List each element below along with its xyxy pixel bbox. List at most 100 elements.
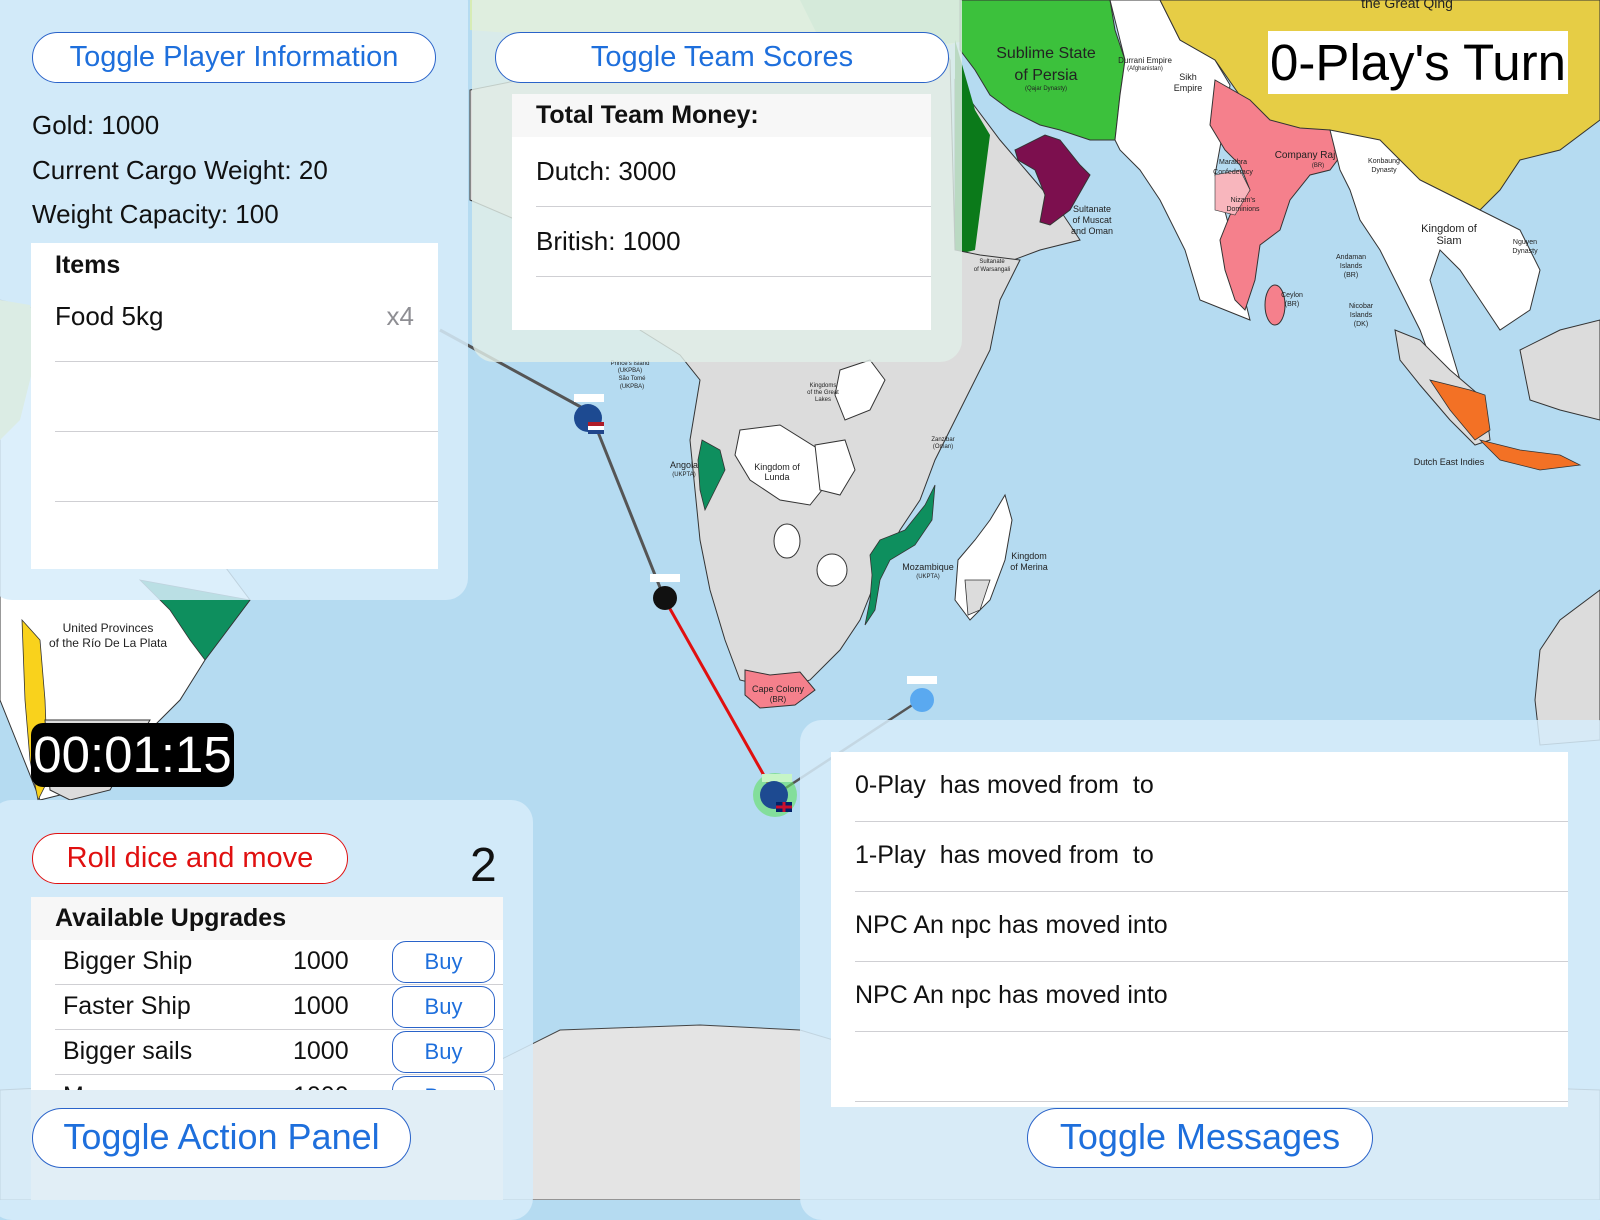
- upgrade-price: 1000: [293, 1082, 349, 1090]
- team-money-list: Total Team Money: Dutch: 3000 British: 1…: [512, 94, 931, 330]
- upgrade-name: Faster Ship: [63, 992, 191, 1020]
- label-zanzibar: Zanzibar: [931, 437, 954, 443]
- label-mozambique: Mozambique: [902, 562, 954, 572]
- item-row[interactable]: Food 5kg x4: [55, 291, 438, 362]
- toggle-player-info-button[interactable]: Toggle Player Information: [32, 32, 436, 83]
- label-persia-3: (Qajar Dynasty): [1025, 86, 1067, 92]
- label-muscat-3: and Oman: [1071, 226, 1113, 236]
- turn-banner: 0-Play's Turn: [1268, 31, 1568, 94]
- label-andaman-2: Islands: [1340, 263, 1363, 270]
- team-row-british: British: 1000: [536, 207, 931, 277]
- label-qing: the Great Qing: [1361, 0, 1453, 11]
- label-nicobar-2: Islands: [1350, 312, 1373, 319]
- message-text: 0-Play has moved from to: [855, 771, 1154, 799]
- dice-value: 2: [470, 839, 497, 892]
- toggle-team-scores-button[interactable]: Toggle Team Scores: [495, 32, 949, 83]
- label-rio-de-la-plata: United Provinces: [63, 621, 154, 635]
- message-text: NPC An npc has moved into: [855, 981, 1168, 1009]
- label-cape-colony: Cape Colony: [752, 684, 805, 694]
- upgrades-list: Available Upgrades Bigger Ship 1000 Buy …: [31, 897, 503, 1090]
- message-row-empty: [855, 1032, 1568, 1102]
- label-mozambique-2: (UKPTA): [916, 574, 940, 580]
- upgrade-name: M...: [63, 1082, 105, 1090]
- item-row-empty: [55, 362, 438, 432]
- message-text: NPC An npc has moved into: [855, 911, 1168, 939]
- team-dutch-money: Dutch: 3000: [536, 156, 677, 186]
- label-konbaung: Konbaung: [1368, 158, 1400, 165]
- gold-label: Gold: 1000: [32, 110, 160, 140]
- label-nicobar-3: (DK): [1354, 321, 1368, 328]
- buy-upgrade-button[interactable]: Buy: [392, 1076, 495, 1090]
- label-company-raj: Company Raj: [1275, 150, 1336, 161]
- label-sao-tome: São Tomé: [619, 376, 647, 382]
- region-ceylon: [1264, 284, 1286, 326]
- message-row: 1-Play has moved from to: [855, 822, 1568, 892]
- toggle-messages-button[interactable]: Toggle Messages: [1027, 1108, 1373, 1168]
- upgrade-price: 1000: [293, 1037, 349, 1065]
- roll-dice-button[interactable]: Roll dice and move: [32, 833, 348, 884]
- cargo-weight-label: Current Cargo Weight: 20: [32, 155, 328, 185]
- label-princes-island-2: (UKPBA): [618, 368, 642, 374]
- upgrades-header: Available Upgrades: [31, 897, 503, 940]
- label-sikh: Sikh: [1179, 72, 1197, 82]
- ship-british-active[interactable]: [753, 773, 797, 817]
- buy-bigger-sails-button[interactable]: Buy: [392, 1031, 495, 1073]
- buy-bigger-ship-button[interactable]: Buy: [392, 941, 495, 983]
- label-zanzibar-2: (Oman): [933, 444, 953, 450]
- label-nicobar: Nicobar: [1349, 303, 1374, 310]
- label-cape-colony-2: (BR): [770, 695, 787, 704]
- upgrade-price: 1000: [293, 992, 349, 1020]
- label-persia: Sublime State: [996, 45, 1096, 62]
- label-great-lakes: Kingdoms: [810, 383, 837, 389]
- label-muscat: Sultanate: [1073, 204, 1111, 214]
- label-nizam: Nizam's: [1231, 197, 1256, 204]
- ship-dutch[interactable]: [574, 394, 604, 434]
- label-durrani: Durrani Empire: [1118, 56, 1172, 65]
- label-warsangali: Sultanate: [979, 259, 1005, 265]
- label-siam: Kingdom of: [1421, 223, 1478, 235]
- label-dutch-east-indies: Dutch East Indies: [1414, 457, 1485, 467]
- message-row: 0-Play has moved from to: [855, 752, 1568, 822]
- label-lunda-2: Lunda: [764, 472, 789, 482]
- label-durrani-2: (Afghanistan): [1127, 66, 1163, 72]
- label-ceylon: Ceylon: [1281, 292, 1303, 299]
- message-row: NPC An npc has moved into: [855, 892, 1568, 962]
- team-row-dutch: Dutch: 3000: [536, 137, 931, 207]
- item-row-empty: [55, 432, 438, 502]
- upgrade-row: Bigger Ship 1000 Buy: [55, 940, 503, 985]
- item-count: x4: [386, 301, 414, 331]
- label-nguyen: Nguyen: [1513, 239, 1537, 246]
- label-great-lakes-2: of the Great: [807, 390, 839, 396]
- label-merina-2: of Merina: [1010, 562, 1048, 572]
- label-merina: Kingdom: [1011, 551, 1047, 561]
- label-great-lakes-3: Lakes: [815, 397, 831, 403]
- label-muscat-2: of Muscat: [1072, 215, 1112, 225]
- label-angola-2: (UKPTA): [672, 472, 696, 478]
- label-konbaung-2: Dynasty: [1371, 167, 1397, 174]
- label-maratha: Marathra: [1219, 159, 1247, 166]
- label-lunda: Kingdom of: [754, 462, 800, 472]
- upgrade-price: 1000: [293, 947, 349, 975]
- label-company-raj-2: (BR): [1312, 163, 1324, 169]
- item-name: Food 5kg: [55, 301, 164, 331]
- buy-faster-ship-button[interactable]: Buy: [392, 986, 495, 1028]
- label-sikh-2: Empire: [1174, 83, 1203, 93]
- label-maratha-2: Confederacy: [1213, 169, 1253, 176]
- message-row: NPC An npc has moved into: [855, 962, 1568, 1032]
- label-nguyen-2: Dynasty: [1512, 248, 1538, 255]
- label-andaman: Andaman: [1336, 254, 1366, 261]
- items-header: Items: [55, 251, 121, 279]
- label-andaman-3: (BR): [1344, 272, 1358, 279]
- upgrade-row: Faster Ship 1000 Buy: [55, 985, 503, 1030]
- turn-timer: 00:01:15: [31, 723, 234, 787]
- label-warsangali-2: of Warsangali: [974, 267, 1010, 273]
- items-list: Items Food 5kg x4: [31, 243, 438, 569]
- label-siam-2: Siam: [1436, 235, 1461, 247]
- label-persia-2: of Persia: [1014, 67, 1077, 84]
- toggle-action-panel-button[interactable]: Toggle Action Panel: [32, 1108, 411, 1168]
- team-money-header: Total Team Money:: [512, 94, 931, 137]
- messages-list: 0-Play has moved from to 1-Play has move…: [831, 752, 1568, 1107]
- weight-capacity-label: Weight Capacity: 100: [32, 199, 279, 229]
- label-angola: Angola: [670, 460, 698, 470]
- label-sao-tome-2: (UKPBA): [620, 384, 644, 390]
